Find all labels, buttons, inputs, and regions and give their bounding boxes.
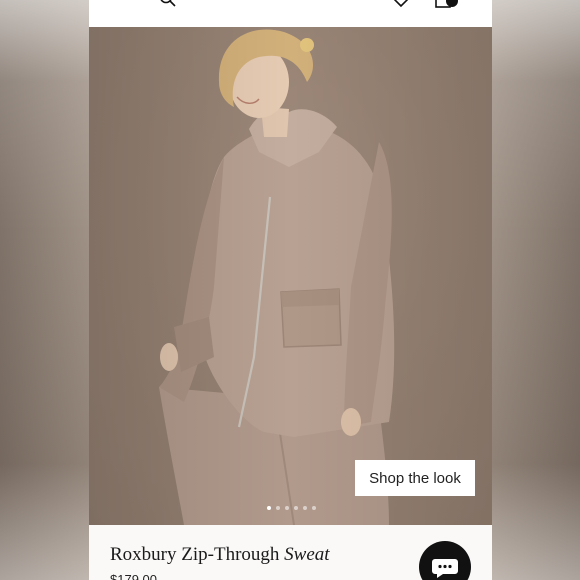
carousel-dot[interactable] <box>285 506 289 510</box>
shopping-bag-icon[interactable] <box>435 0 459 8</box>
carousel-indicators[interactable] <box>267 506 316 510</box>
heart-icon[interactable] <box>391 0 411 8</box>
model-photo <box>89 27 492 525</box>
chat-button[interactable] <box>419 541 471 580</box>
product-title: Roxbury Zip-Through Sweat <box>110 544 330 566</box>
carousel-dot[interactable] <box>303 506 307 510</box>
carousel-dot[interactable] <box>267 506 271 510</box>
product-price: $179.00 <box>110 572 157 580</box>
product-name-italic: Sweat <box>284 544 330 565</box>
carousel-dot[interactable] <box>276 506 280 510</box>
search-icon[interactable] <box>159 0 177 8</box>
top-navigation-bar <box>89 0 492 27</box>
product-hero-image[interactable]: Shop the look <box>89 27 492 525</box>
shop-the-look-button[interactable]: Shop the look <box>355 460 475 496</box>
mobile-screen: Shop the look Roxbury Zip-Through Sweat … <box>89 0 492 580</box>
product-info-panel: Roxbury Zip-Through Sweat $179.00 <box>89 525 492 580</box>
product-name: Roxbury Zip-Through <box>110 544 280 565</box>
chat-bubble-icon <box>432 559 458 578</box>
carousel-dot[interactable] <box>294 506 298 510</box>
carousel-dot[interactable] <box>312 506 316 510</box>
